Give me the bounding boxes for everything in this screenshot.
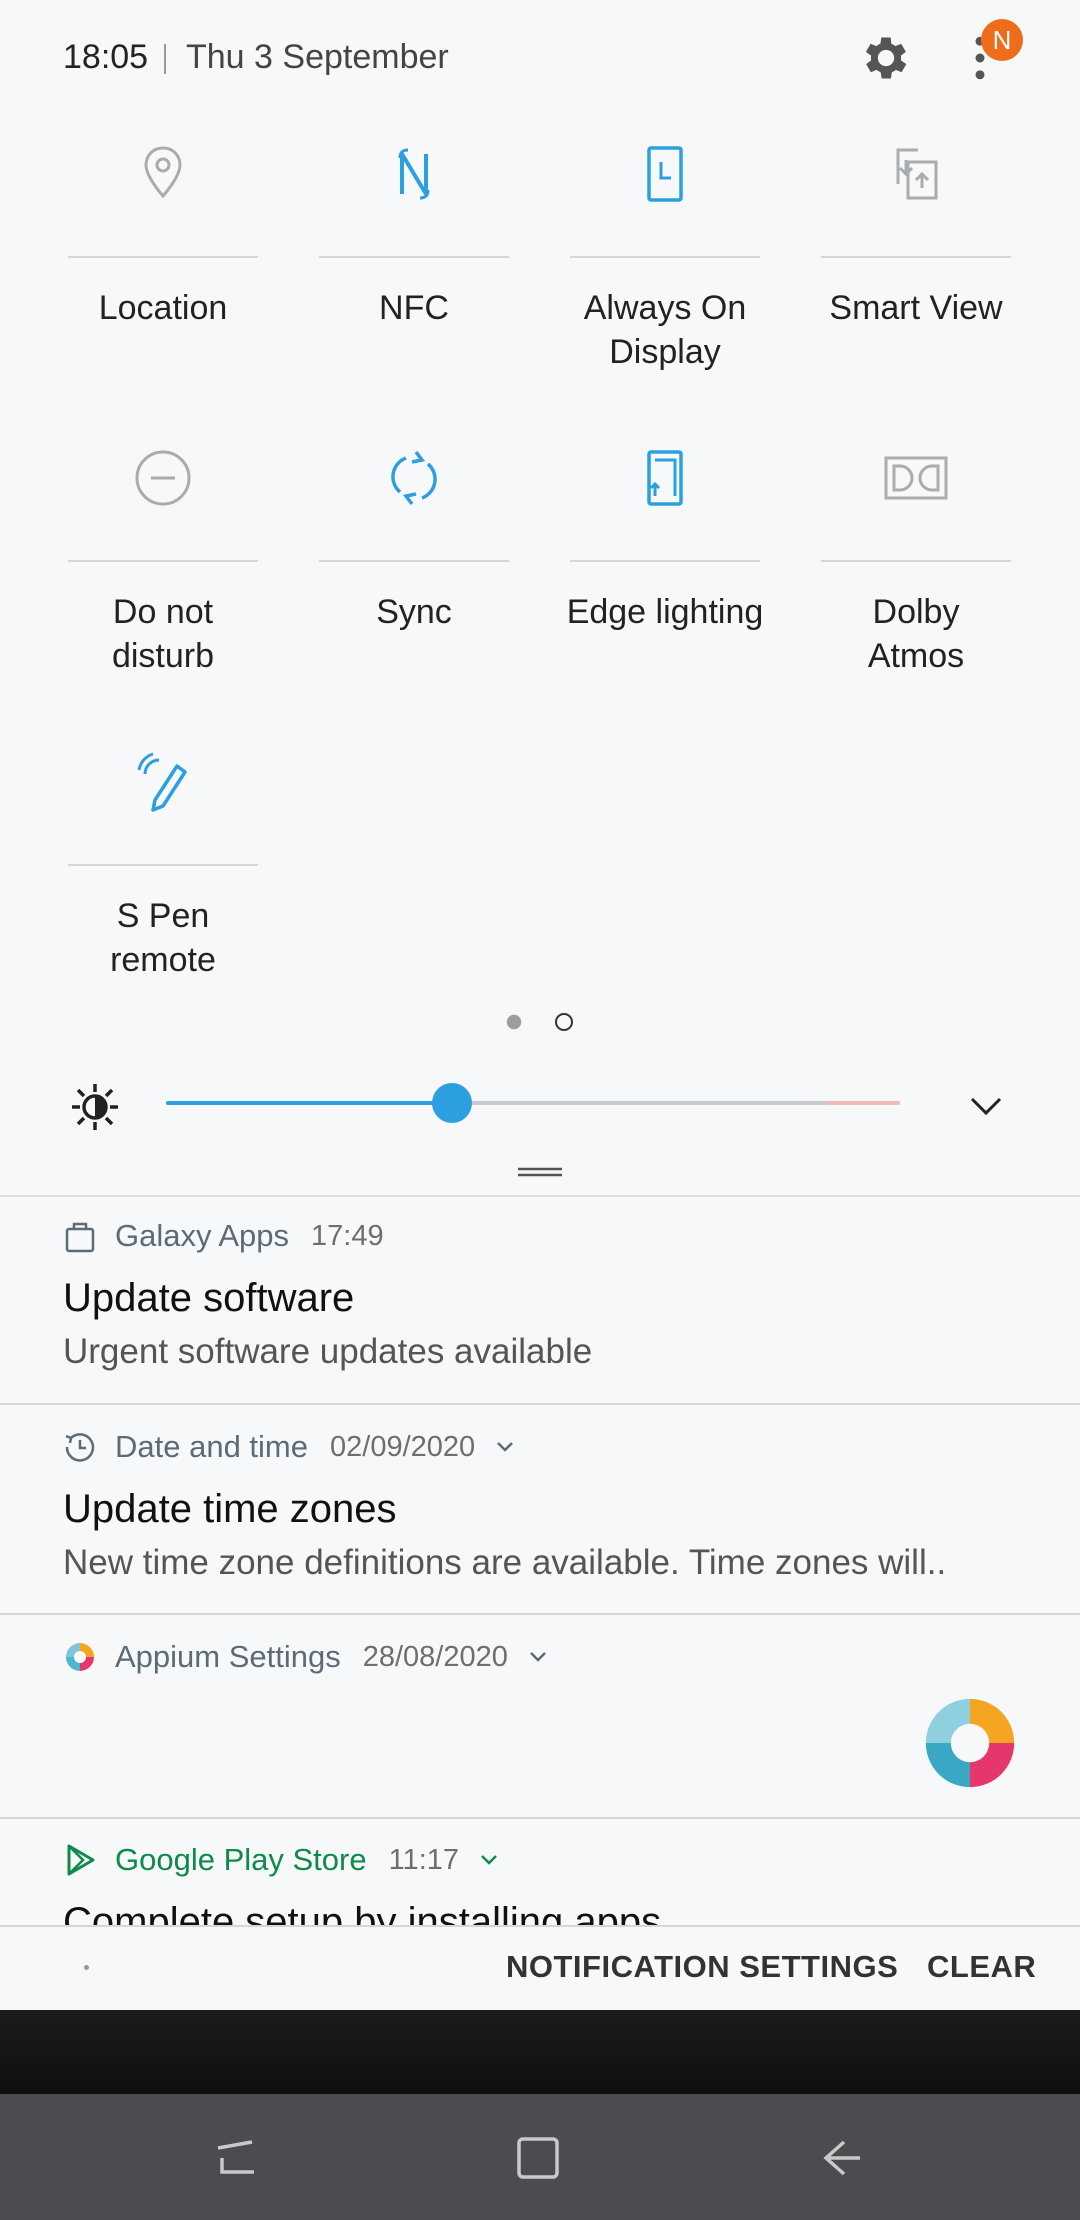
- notification-date-and-time[interactable]: Date and time 02/09/2020 Update time zon…: [0, 1427, 1080, 1613]
- brightness-slider[interactable]: [166, 1080, 900, 1126]
- chevron-down-icon[interactable]: [526, 1645, 550, 1669]
- recent-apps-icon[interactable]: [208, 2130, 264, 2186]
- notification-header: Appium Settings 28/08/2020: [63, 1637, 550, 1677]
- notification-time: 11:17: [388, 1843, 460, 1876]
- notification-badge: N: [981, 19, 1023, 61]
- tile-divider: [68, 864, 258, 866]
- gear-icon[interactable]: [858, 30, 914, 86]
- notification-actions-bar: NOTIFICATION SETTINGS CLEAR: [0, 1925, 1080, 2010]
- tile-divider: [319, 256, 509, 258]
- always-on-display-icon: [647, 146, 683, 202]
- notification-appium-settings[interactable]: Appium Settings 28/08/2020: [0, 1637, 1080, 1817]
- tile-label: Sync: [376, 593, 452, 631]
- smart-view-icon: [896, 148, 938, 200]
- clock-icon: [65, 1433, 95, 1462]
- brightness-icon: [72, 1084, 118, 1130]
- status-date: Thu 3 September: [186, 38, 449, 76]
- slider-thumb[interactable]: [432, 1083, 473, 1123]
- status-separator: [164, 44, 166, 74]
- clear-button[interactable]: CLEAR: [927, 1949, 1036, 1985]
- navigation-bar: [0, 2094, 1080, 2220]
- chevron-down-icon[interactable]: [477, 1848, 501, 1872]
- tile-label-2: Atmos: [867, 637, 965, 675]
- tile-divider: [821, 560, 1011, 562]
- notification-title: Complete setup by installing apps: [63, 1900, 662, 1925]
- appium-logo-icon: [925, 1698, 1015, 1788]
- tile-label-2: Display: [609, 333, 721, 371]
- tile-label-2: disturb: [111, 637, 215, 675]
- tile-divider: [570, 560, 760, 562]
- tile-divider: [570, 256, 760, 258]
- notification-time: 02/09/2020: [330, 1430, 476, 1463]
- notification-google-play-store[interactable]: Google Play Store 11:17 Complete setup b…: [0, 1840, 1080, 1925]
- notification-body: Urgent software updates available: [63, 1332, 593, 1371]
- notification-time: 17:49: [311, 1219, 384, 1252]
- tile-label: NFC: [379, 289, 449, 327]
- tile-label: Smart View: [829, 289, 1003, 327]
- background-strip: [0, 2010, 1080, 2094]
- tile-label: Always On: [583, 289, 747, 327]
- dolby-atmos-icon: [884, 456, 948, 500]
- appium-icon: [66, 1643, 94, 1671]
- notification-settings-button[interactable]: NOTIFICATION SETTINGS: [506, 1949, 898, 1985]
- notification-header: Date and time 02/09/2020: [63, 1427, 517, 1467]
- tile-divider: [319, 560, 509, 562]
- status-bar: 18:05 Thu 3 September N: [0, 0, 1080, 120]
- tile-label: S Pen: [116, 897, 210, 935]
- page-indicator: [505, 1013, 575, 1033]
- notification-divider: [0, 1817, 1080, 1819]
- overflow-dot: [84, 1965, 89, 1970]
- notification-title: Update software: [63, 1276, 355, 1320]
- galaxy-apps-icon: [65, 1222, 95, 1253]
- s-pen-remote-icon: [137, 752, 187, 812]
- notification-divider: [0, 1613, 1080, 1615]
- drag-handle[interactable]: [518, 1167, 562, 1177]
- do-not-disturb-icon: [135, 450, 191, 506]
- back-icon[interactable]: [812, 2130, 868, 2186]
- page-dot-1[interactable]: [506, 1014, 522, 1030]
- tile-label: Location: [98, 289, 228, 327]
- panel-divider: [0, 1195, 1080, 1197]
- edge-lighting-icon: [647, 450, 683, 506]
- notification-app-name: Date and time: [115, 1429, 308, 1464]
- actions-divider: [0, 1925, 1080, 1927]
- notification-app-name: Google Play Store: [115, 1842, 367, 1877]
- play-store-icon: [67, 1844, 95, 1876]
- tile-label: Edge lighting: [566, 593, 764, 631]
- chevron-down-icon[interactable]: [493, 1435, 517, 1459]
- tile-divider: [821, 256, 1011, 258]
- notification-galaxy-apps[interactable]: Galaxy Apps 17:49 Update software Urgent…: [0, 1216, 1080, 1402]
- notification-time: 28/08/2020: [362, 1640, 508, 1673]
- chevron-down-icon[interactable]: [966, 1086, 1006, 1126]
- page-dot-2[interactable]: [555, 1013, 573, 1031]
- notification-header: Google Play Store 11:17: [63, 1840, 501, 1880]
- home-icon[interactable]: [510, 2130, 566, 2186]
- notification-divider: [0, 1403, 1080, 1405]
- tile-divider: [68, 560, 258, 562]
- nfc-icon: [398, 148, 430, 200]
- slider-track-high: [826, 1101, 900, 1105]
- tile-label: Dolby: [872, 593, 960, 631]
- tile-label-2: remote: [110, 941, 216, 979]
- notification-header: Galaxy Apps 17:49: [63, 1216, 384, 1256]
- tile-divider: [68, 256, 258, 258]
- status-time: 18:05: [63, 38, 149, 76]
- slider-fill: [166, 1101, 453, 1105]
- tile-label: Do not: [112, 593, 214, 631]
- location-icon: [144, 146, 182, 199]
- notification-title: Update time zones: [63, 1487, 397, 1531]
- notification-body: New time zone definitions are available.…: [63, 1543, 947, 1582]
- notification-app-name: Galaxy Apps: [115, 1218, 290, 1253]
- sync-icon: [391, 450, 437, 506]
- notification-app-name: Appium Settings: [115, 1639, 341, 1674]
